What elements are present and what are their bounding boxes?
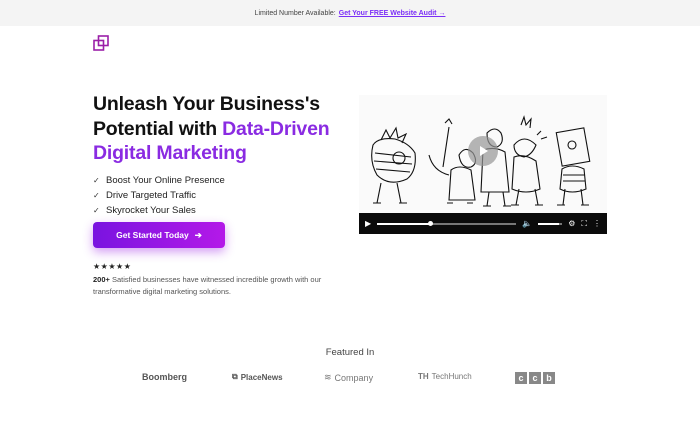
- video-controls: ▶ 🔈 ⚙ ⛶ ⋮: [359, 213, 607, 234]
- seek-progress: [377, 222, 430, 225]
- hero-copy: Unleash Your Business's Potential with D…: [93, 92, 353, 218]
- testimonial-count: 200+: [93, 275, 110, 284]
- check-icon: ✓: [93, 190, 100, 200]
- featured-logos: Boomberg ⧉ PlaceNews ≋ Company TH TechHunch…: [0, 372, 700, 388]
- stack-icon: ≋: [324, 372, 332, 382]
- settings-icon[interactable]: ⚙: [568, 219, 575, 228]
- more-options-icon[interactable]: ⋮: [593, 219, 601, 228]
- techhunch-logo: TH TechHunch: [418, 372, 472, 381]
- play-overlay-button[interactable]: [468, 136, 498, 166]
- hero-title: Unleash Your Business's Potential with D…: [93, 92, 353, 166]
- th-monogram-icon: TH: [418, 372, 429, 381]
- fullscreen-icon[interactable]: ⛶: [581, 219, 587, 228]
- feature-item: ✓ Boost Your Online Presence: [93, 174, 225, 186]
- hero-title-line3: Digital Marketing: [93, 142, 247, 164]
- rating-stars: ★★★★★: [93, 262, 132, 271]
- feature-list: ✓ Boost Your Online Presence ✓ Drive Targe…: [93, 173, 353, 218]
- get-started-label: Get Started Today: [116, 230, 189, 240]
- social-proof-text: 200+ Satisfied businesses have witnessed…: [93, 275, 322, 296]
- check-icon: ✓: [93, 205, 100, 215]
- volume-icon[interactable]: 🔈: [522, 219, 532, 228]
- announcement-bar: Limited Number Available: Get Your FREE …: [0, 0, 700, 26]
- placenews-glyph-icon: ⧉: [232, 372, 238, 381]
- free-audit-link[interactable]: Get Your FREE Website Audit →: [339, 10, 446, 17]
- cnb-logo: ccb: [515, 372, 555, 384]
- volume-level: [538, 222, 559, 225]
- announcement-text: Limited Number Available:: [254, 9, 336, 17]
- arrow-right-icon: ➔: [194, 229, 202, 240]
- get-started-button[interactable]: Get Started Today ➔: [93, 222, 225, 248]
- check-icon: ✓: [93, 175, 100, 185]
- video-illustration: [359, 95, 607, 213]
- bloomberg-logo: Boomberg: [142, 372, 187, 382]
- hero-title-line1: Unleash Your Business's: [93, 93, 320, 115]
- brand-logo-icon[interactable]: [93, 35, 109, 51]
- placenews-logo: ⧉ PlaceNews: [232, 372, 283, 382]
- volume-slider[interactable]: [538, 222, 563, 225]
- hero-title-accent: Data-Driven: [222, 117, 330, 140]
- video-player[interactable]: ▶ 🔈 ⚙ ⛶ ⋮: [359, 95, 607, 234]
- company-logo: ≋ Company: [324, 372, 374, 383]
- hero-title-line2: Potential with: [93, 117, 223, 140]
- seek-bar[interactable]: [377, 220, 517, 226]
- feature-item: ✓ Drive Targeted Traffic: [93, 189, 196, 201]
- seek-handle[interactable]: [428, 220, 433, 226]
- featured-in-heading: Featured In: [325, 347, 375, 358]
- feature-item: ✓ Skyrocket Your Sales: [93, 204, 196, 216]
- play-icon[interactable]: ▶: [365, 219, 371, 228]
